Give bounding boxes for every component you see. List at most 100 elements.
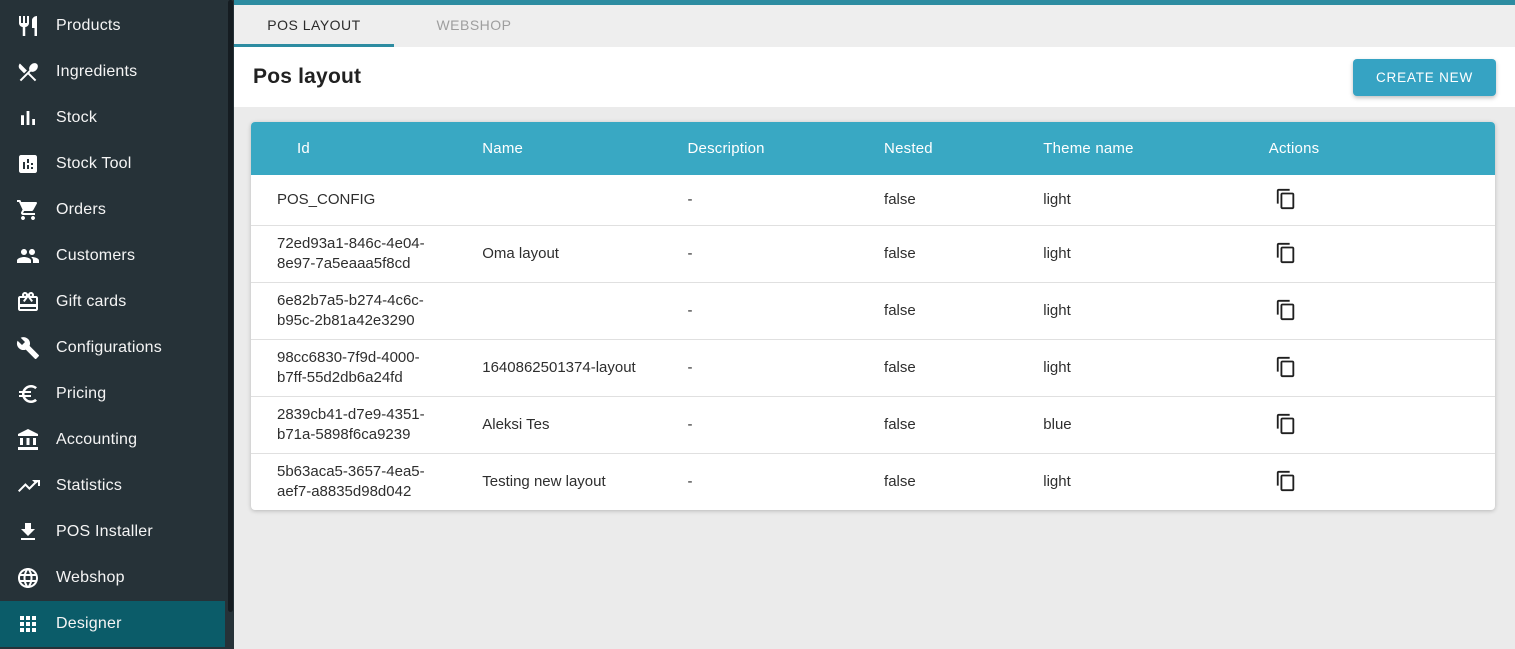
cell-description: - — [662, 340, 859, 397]
page-title: Pos layout — [253, 65, 361, 89]
cell-id: 72ed93a1-846c-4e04-8e97-7a5eaaa5f8cd — [277, 234, 429, 274]
copy-button[interactable] — [1269, 294, 1303, 328]
restaurant-icon — [16, 14, 40, 38]
table-row[interactable]: 6e82b7a5-b274-4c6c-b95c-2b81a42e3290 - f… — [251, 283, 1495, 340]
sidebar-item-label: Products — [56, 17, 121, 35]
tab-label: WEBSHOP — [436, 17, 511, 33]
tab-webshop[interactable]: WEBSHOP — [394, 5, 554, 47]
trending-up-icon — [16, 474, 40, 498]
sidebar-item-label: Statistics — [56, 477, 122, 495]
table-header-row: Id Name Description Nested Theme name Ac… — [251, 122, 1495, 175]
cell-nested: false — [858, 397, 1017, 454]
content-copy-icon — [1275, 413, 1297, 438]
content-area: Id Name Description Nested Theme name Ac… — [234, 107, 1515, 649]
sidebar-item-ingredients[interactable]: Ingredients — [0, 49, 225, 95]
people-icon — [16, 244, 40, 268]
copy-button[interactable] — [1269, 465, 1303, 499]
copy-button[interactable] — [1269, 237, 1303, 271]
copy-button[interactable] — [1269, 351, 1303, 385]
sidebar-item-statistics[interactable]: Statistics — [0, 463, 225, 509]
table-row[interactable]: 5b63aca5-3657-4ea5-aef7-a8835d98d042 Tes… — [251, 454, 1495, 511]
cell-id: 2839cb41-d7e9-4351-b71a-5898f6ca9239 — [277, 405, 429, 445]
cell-name: 1640862501374-layout — [456, 340, 661, 397]
sidebar-item-configurations[interactable]: Configurations — [0, 325, 225, 371]
sidebar-item-label: Stock Tool — [56, 155, 132, 173]
copy-button[interactable] — [1269, 408, 1303, 442]
create-new-button[interactable]: CREATE NEW — [1353, 59, 1496, 96]
main-content: POS LAYOUT WEBSHOP Pos layout CREATE NEW… — [234, 0, 1515, 649]
shopping-cart-icon — [16, 198, 40, 222]
sidebar-item-label: POS Installer — [56, 523, 153, 541]
sidebar-item-stock[interactable]: Stock — [0, 95, 225, 141]
sidebar-item-label: Accounting — [56, 431, 137, 449]
sidebar: Products Ingredients Stock Stock Tool Or… — [0, 0, 234, 649]
cell-theme-name: light — [1017, 454, 1228, 511]
sidebar-item-customers[interactable]: Customers — [0, 233, 225, 279]
column-header-description: Description — [662, 122, 859, 175]
sidebar-item-label: Orders — [56, 201, 106, 219]
copy-button[interactable] — [1269, 183, 1303, 217]
sidebar-item-products[interactable]: Products — [0, 3, 225, 49]
cell-description: - — [662, 226, 859, 283]
cell-id: 5b63aca5-3657-4ea5-aef7-a8835d98d042 — [277, 462, 429, 502]
sidebar-item-accounting[interactable]: Accounting — [0, 417, 225, 463]
download-icon — [16, 520, 40, 544]
tab-bar: POS LAYOUT WEBSHOP — [234, 5, 1515, 47]
cell-name: Oma layout — [456, 226, 661, 283]
cell-name — [456, 283, 661, 340]
cell-theme-name: light — [1017, 283, 1228, 340]
sidebar-menu: Products Ingredients Stock Stock Tool Or… — [0, 0, 234, 647]
globe-icon — [16, 566, 40, 590]
column-header-nested: Nested — [858, 122, 1017, 175]
page-header: Pos layout CREATE NEW — [234, 47, 1515, 107]
sidebar-item-label: Gift cards — [56, 293, 126, 311]
sidebar-item-label: Webshop — [56, 569, 125, 587]
table-card: Id Name Description Nested Theme name Ac… — [251, 122, 1495, 510]
sidebar-item-orders[interactable]: Orders — [0, 187, 225, 233]
table-row[interactable]: POS_CONFIG - false light — [251, 175, 1495, 226]
content-copy-icon — [1275, 470, 1297, 495]
sidebar-item-pricing[interactable]: Pricing — [0, 371, 225, 417]
cell-name: Testing new layout — [456, 454, 661, 511]
bar-chart-icon — [16, 106, 40, 130]
cell-description: - — [662, 454, 859, 511]
cell-nested: false — [858, 283, 1017, 340]
sidebar-item-gift-cards[interactable]: Gift cards — [0, 279, 225, 325]
cell-nested: false — [858, 175, 1017, 226]
cell-nested: false — [858, 454, 1017, 511]
sidebar-item-label: Designer — [56, 615, 122, 633]
tab-label: POS LAYOUT — [267, 17, 360, 33]
cell-name — [456, 175, 661, 226]
cell-nested: false — [858, 226, 1017, 283]
sidebar-item-label: Pricing — [56, 385, 106, 403]
content-copy-icon — [1275, 299, 1297, 324]
sidebar-item-label: Stock — [56, 109, 97, 127]
cell-name: Aleksi Tes — [456, 397, 661, 454]
tab-pos-layout[interactable]: POS LAYOUT — [234, 5, 394, 47]
cell-nested: false — [858, 340, 1017, 397]
cell-description: - — [662, 397, 859, 454]
content-copy-icon — [1275, 356, 1297, 381]
sidebar-scrollbar-thumb[interactable] — [228, 0, 233, 612]
table-row[interactable]: 98cc6830-7f9d-4000-b7ff-55d2db6a24fd 164… — [251, 340, 1495, 397]
content-copy-icon — [1275, 188, 1297, 213]
sidebar-item-designer[interactable]: Designer — [0, 601, 225, 647]
cell-theme-name: light — [1017, 226, 1228, 283]
bank-icon — [16, 428, 40, 452]
analytics-icon — [16, 152, 40, 176]
sidebar-item-webshop[interactable]: Webshop — [0, 555, 225, 601]
wrench-icon — [16, 336, 40, 360]
table-body: POS_CONFIG - false light 72ed93a1-846c-4… — [251, 175, 1495, 510]
cell-id: 6e82b7a5-b274-4c6c-b95c-2b81a42e3290 — [277, 291, 429, 331]
sidebar-item-stock-tool[interactable]: Stock Tool — [0, 141, 225, 187]
sidebar-item-pos-installer[interactable]: POS Installer — [0, 509, 225, 555]
column-header-id: Id — [251, 122, 456, 175]
column-header-actions: Actions — [1229, 122, 1495, 175]
pos-layouts-table: Id Name Description Nested Theme name Ac… — [251, 122, 1495, 510]
table-row[interactable]: 72ed93a1-846c-4e04-8e97-7a5eaaa5f8cd Oma… — [251, 226, 1495, 283]
apps-icon — [16, 612, 40, 636]
table-row[interactable]: 2839cb41-d7e9-4351-b71a-5898f6ca9239 Ale… — [251, 397, 1495, 454]
cell-theme-name: light — [1017, 175, 1228, 226]
cell-description: - — [662, 283, 859, 340]
restaurant-menu-icon — [16, 60, 40, 84]
